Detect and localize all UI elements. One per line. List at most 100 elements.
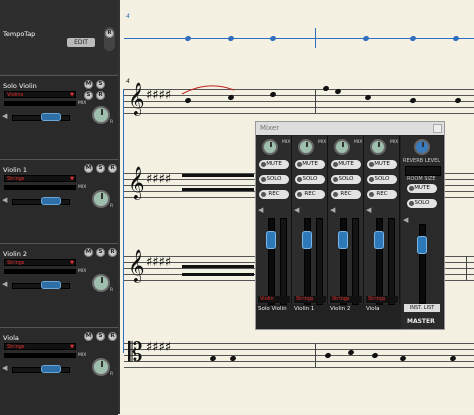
mute-button[interactable]: M bbox=[84, 164, 93, 173]
alto-clef-icon: 𝄡 bbox=[128, 338, 143, 368]
record-button[interactable]: R bbox=[108, 332, 117, 341]
volume-fader[interactable] bbox=[374, 231, 384, 249]
staff-line bbox=[124, 367, 474, 368]
mixer-channel: MIX MUTE SOLO REC ◀ bbox=[364, 136, 400, 305]
channel-name: Viola bbox=[366, 306, 380, 312]
pan-knob[interactable] bbox=[92, 190, 110, 208]
volume-thumb[interactable] bbox=[41, 281, 61, 289]
meter-track bbox=[280, 218, 287, 305]
volume-thumb[interactable] bbox=[41, 113, 61, 121]
volume-slider[interactable] bbox=[12, 197, 70, 205]
pan-knob[interactable] bbox=[370, 139, 386, 155]
master-solo-button[interactable]: SOLO bbox=[407, 199, 437, 208]
mute-button[interactable]: MUTE bbox=[295, 160, 325, 169]
solo-button[interactable]: S bbox=[96, 248, 105, 257]
master-fader[interactable] bbox=[417, 236, 427, 254]
volume-slider[interactable] bbox=[12, 365, 70, 373]
record-button[interactable]: R bbox=[96, 91, 105, 100]
instrument-select[interactable]: Strings bbox=[366, 296, 398, 303]
inst-list-button[interactable]: INST. LIST bbox=[404, 304, 440, 312]
mute-button[interactable]: M bbox=[84, 80, 93, 89]
meter-track bbox=[352, 218, 359, 305]
instrument-select[interactable]: Strings bbox=[294, 296, 326, 303]
solo-button[interactable]: SOLO bbox=[259, 175, 289, 184]
pan-r-label: R bbox=[110, 288, 114, 293]
pan-r-label: R bbox=[110, 372, 114, 377]
mute-button[interactable]: M bbox=[84, 332, 93, 341]
speaker-icon: ◀ bbox=[294, 206, 300, 214]
staff-line bbox=[124, 101, 474, 102]
solo-button[interactable]: S bbox=[96, 80, 105, 89]
mute-button[interactable]: M bbox=[84, 248, 93, 257]
solo-button[interactable]: SOLO bbox=[367, 175, 397, 184]
tempo-edit-button[interactable]: EDIT bbox=[67, 38, 95, 47]
mute-button[interactable]: MUTE bbox=[367, 160, 397, 169]
rec-button[interactable]: REC bbox=[295, 190, 325, 199]
volume-fader[interactable] bbox=[338, 231, 348, 249]
volume-fader[interactable] bbox=[266, 231, 276, 249]
rec-button[interactable]: REC bbox=[331, 190, 361, 199]
track-name: Solo Violin bbox=[3, 82, 37, 90]
volume-slider[interactable] bbox=[12, 281, 70, 289]
reverb-label: REVERB LEVEL bbox=[403, 158, 441, 164]
close-icon[interactable] bbox=[433, 124, 442, 133]
barline bbox=[315, 343, 316, 367]
volume-fader[interactable] bbox=[302, 231, 312, 249]
pan-knob[interactable] bbox=[262, 139, 278, 155]
meter-track bbox=[316, 218, 323, 305]
staff-line bbox=[124, 95, 474, 96]
instrument-select[interactable]: Strings ▼ bbox=[4, 175, 76, 182]
instrument-select[interactable]: Violins ▼ bbox=[4, 91, 76, 98]
solo-button[interactable]: S bbox=[96, 164, 105, 173]
note bbox=[454, 97, 462, 104]
mute-button[interactable]: MUTE bbox=[259, 160, 289, 169]
speaker-icon: ◀ bbox=[2, 196, 8, 204]
mute-button[interactable]: MUTE bbox=[331, 160, 361, 169]
solo-button-2[interactable]: S bbox=[84, 91, 93, 100]
rec-button[interactable]: REC bbox=[367, 190, 397, 199]
staff-line bbox=[124, 107, 474, 108]
pan-knob[interactable] bbox=[334, 139, 350, 155]
tempo-r-button[interactable]: R bbox=[105, 29, 114, 38]
instrument-select[interactable]: Violin bbox=[258, 296, 290, 303]
meter-bar bbox=[4, 269, 76, 274]
instrument-select[interactable]: Strings ▼ bbox=[4, 259, 76, 266]
reverb-knob[interactable] bbox=[414, 139, 430, 155]
volume-thumb[interactable] bbox=[41, 365, 61, 373]
solo-button[interactable]: S bbox=[96, 332, 105, 341]
key-signature: ♯♯♯♯ bbox=[146, 172, 172, 187]
master-mute-button[interactable]: MUTE bbox=[407, 184, 437, 193]
tempo-beat bbox=[409, 35, 417, 42]
pan-knob[interactable] bbox=[92, 358, 110, 376]
instrument-select[interactable]: Strings ▼ bbox=[4, 343, 76, 350]
record-button[interactable]: R bbox=[108, 164, 117, 173]
track-violin-1: Violin 1 M S R Strings ▼ MIX ◀ R bbox=[0, 159, 118, 243]
tempo-track: TempoTap EDIT R bbox=[0, 0, 118, 74]
rec-button[interactable]: REC bbox=[259, 190, 289, 199]
solo-button[interactable]: SOLO bbox=[295, 175, 325, 184]
volume-slider[interactable] bbox=[12, 113, 70, 121]
meter-track bbox=[388, 218, 395, 305]
reverb-type-select[interactable] bbox=[405, 166, 441, 176]
meter-bar bbox=[4, 353, 76, 358]
speaker-icon: ◀ bbox=[403, 216, 409, 224]
pan-knob[interactable] bbox=[298, 139, 314, 155]
instrument-select[interactable]: Strings bbox=[330, 296, 362, 303]
mixer-channel: MIX MUTE SOLO REC ◀ bbox=[328, 136, 364, 305]
tempo-barline bbox=[315, 28, 316, 48]
pan-knob[interactable] bbox=[92, 106, 110, 124]
master-strip: REVERB LEVEL ROOM SIZE MUTE SOLO ◀ INST.… bbox=[401, 136, 443, 329]
staff-line bbox=[124, 355, 474, 356]
channel-name: Violin 2 bbox=[330, 306, 351, 312]
key-signature: ♯♯♯♯ bbox=[146, 88, 172, 103]
mixer-titlebar[interactable]: Mixer bbox=[256, 122, 444, 135]
staff-line bbox=[124, 343, 474, 344]
solo-button[interactable]: SOLO bbox=[331, 175, 361, 184]
record-button[interactable]: R bbox=[108, 248, 117, 257]
master-label: MASTER bbox=[407, 318, 435, 325]
tempo-beat bbox=[184, 35, 192, 42]
track-viola: Viola M S R Strings ▼ MIX ◀ R bbox=[0, 327, 118, 415]
pan-knob[interactable] bbox=[92, 274, 110, 292]
volume-thumb[interactable] bbox=[41, 197, 61, 205]
beam bbox=[182, 174, 254, 177]
